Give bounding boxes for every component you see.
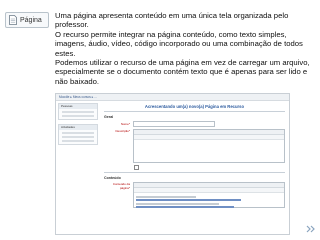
screenshot-block-activities: Atividades (58, 124, 98, 145)
screenshot-field-name-label: Nome* (120, 122, 130, 126)
screenshot-checkbox (134, 165, 139, 170)
corner-chevron-icon (306, 225, 316, 235)
screenshot-field-content-label: Conteúdo da página* (112, 182, 130, 190)
description-text: Uma página apresenta conteúdo em uma úni… (55, 11, 315, 86)
moodle-form-screenshot: Moodle ▸ Meus cursos ▸ ... Pessoas Ativi… (55, 93, 290, 235)
page-icon (9, 15, 17, 25)
screenshot-block-people: Pessoas (58, 103, 98, 120)
screenshot-block-activities-title: Atividades (59, 125, 97, 130)
description-paragraph-2: O recurso permite integrar na página con… (55, 29, 303, 58)
screenshot-block-people-title: Pessoas (59, 104, 97, 109)
screenshot-section-general: Geral (104, 115, 114, 119)
screenshot-content-editor (133, 182, 285, 208)
screenshot-main: Acrescentando um(a) novo(a) Página em Re… (104, 103, 285, 232)
page-resource-label: Página (20, 16, 42, 24)
description-paragraph-1: Uma página apresenta conteúdo em uma úni… (55, 11, 289, 30)
screenshot-section-content: Conteúdo (104, 176, 121, 180)
screenshot-description-editor (133, 129, 285, 163)
screenshot-breadcrumb: Moodle ▸ Meus cursos ▸ ... (59, 95, 97, 99)
screenshot-field-description-label: Descrição* (115, 129, 130, 133)
screenshot-sidebar: Pessoas Atividades (58, 103, 98, 149)
screenshot-title: Acrescentando um(a) novo(a) Página em Re… (144, 104, 245, 109)
page-resource-badge: Página (5, 12, 49, 28)
screenshot-name-input (133, 121, 215, 127)
screenshot-topbar: Moodle ▸ Meus cursos ▸ ... (56, 94, 289, 101)
description-paragraph-3: Podemos utilizar o recurso de uma página… (55, 58, 310, 86)
